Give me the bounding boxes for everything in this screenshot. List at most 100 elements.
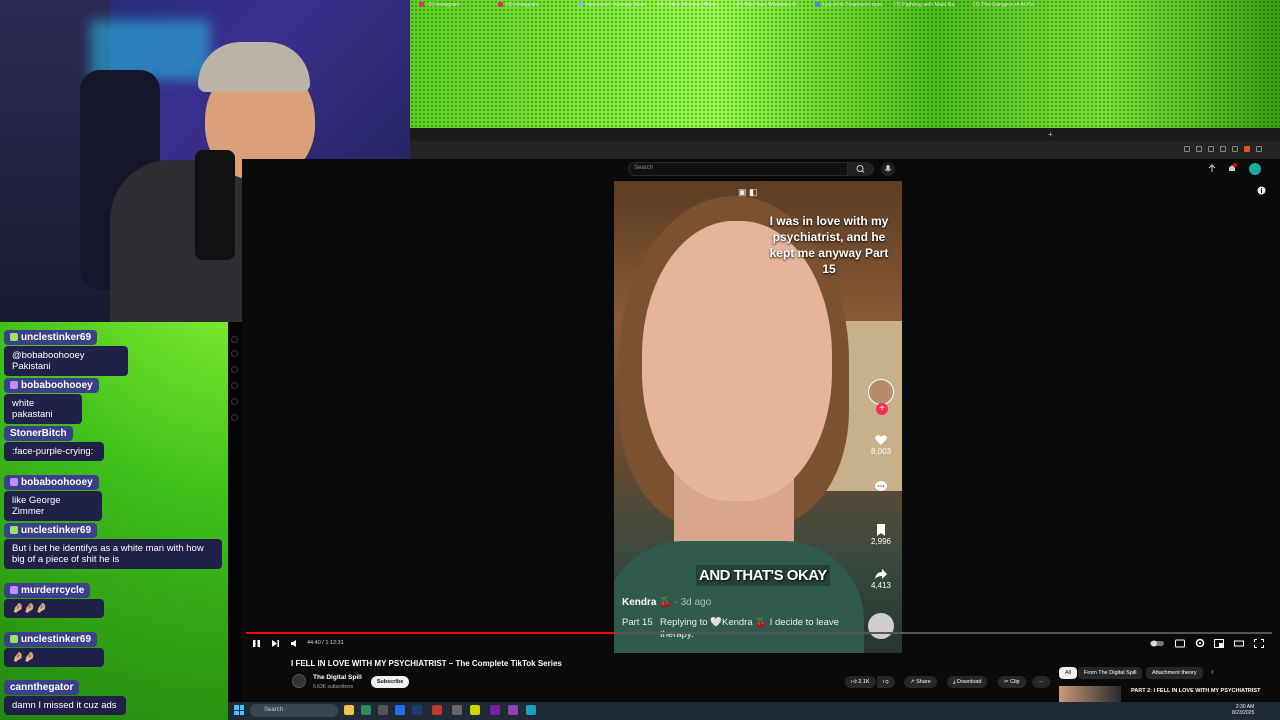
chat-message: cannthegator damn I missed it cuz ads — [4, 677, 126, 715]
dislike-button[interactable]: 👎︎ — [877, 676, 895, 688]
extension-icon[interactable] — [1196, 146, 1202, 152]
chat-message: bobaboohooey like George Zimmer — [4, 472, 102, 521]
likes-count: 8,003 — [870, 447, 892, 456]
windows-start-icon[interactable] — [234, 705, 244, 715]
library-icon[interactable] — [231, 382, 238, 389]
extension-icon[interactable] — [1232, 146, 1238, 152]
progress-bar[interactable] — [246, 632, 1272, 634]
chat-message: murderrcycle 🤌🏼🤌🏼🤌🏼 — [4, 580, 104, 618]
more-actions-button[interactable]: ··· — [1032, 676, 1050, 688]
browser-tab[interactable]: (7) Fighting with Maki Ba — [894, 2, 964, 12]
video-caption: AND THAT'S OKAY — [696, 565, 830, 586]
theater-mode-icon[interactable] — [1234, 639, 1244, 648]
miniplayer-icon[interactable] — [1214, 639, 1224, 648]
subtitles-icon[interactable] — [1175, 639, 1185, 648]
chat-message: unclestinker69 @bobaboohooey Pakistani — [4, 327, 128, 376]
browser-tab[interactable]: (2) Instagram — [498, 2, 570, 12]
screen: unclestinker69 @bobaboohooey Pakistani b… — [0, 0, 1280, 720]
clip-button[interactable]: ✂ Clip — [998, 676, 1026, 688]
search-icon — [856, 165, 865, 173]
search-input[interactable] — [628, 162, 848, 176]
shorts-icon[interactable] — [231, 350, 238, 357]
chat-message: unclestinker69 But i bet he identifys as… — [4, 520, 222, 569]
new-tab-button[interactable]: + — [1048, 130, 1053, 139]
heart-icon — [875, 435, 887, 445]
chevron-right-icon[interactable]: › — [1211, 667, 1214, 676]
search-button[interactable] — [848, 162, 874, 176]
chip-attachment-theory[interactable]: Attachment theory — [1146, 667, 1203, 679]
subscriptions-icon[interactable] — [231, 366, 238, 373]
chip-from-channel[interactable]: From The Digital Spill — [1078, 667, 1143, 679]
stream-chat: unclestinker69 @bobaboohooey Pakistani b… — [0, 322, 228, 720]
comment-icon — [875, 481, 887, 491]
app-icon[interactable] — [452, 705, 462, 715]
shares-count: 4,413 — [870, 581, 892, 590]
next-icon[interactable] — [271, 639, 280, 648]
google-icon — [578, 2, 583, 8]
upload-icon[interactable] — [1207, 164, 1217, 174]
share-button[interactable]: ↗ Share — [904, 676, 937, 688]
browser-tab[interactable]: (7) Feline Desires (Maxx — [657, 2, 727, 12]
browser-tab[interactable]: List of In Treatment epis — [815, 2, 885, 12]
channel-avatar[interactable] — [292, 674, 306, 688]
fullscreen-icon[interactable] — [1254, 639, 1264, 648]
info-icon[interactable] — [1257, 186, 1266, 195]
chip-all[interactable]: All — [1059, 667, 1078, 679]
taskbar-clock: 2:30 AM 8/23/2025 — [1232, 704, 1255, 716]
subscriber-count: 6.63K subscribers — [313, 684, 354, 690]
extension-icon[interactable] — [1220, 146, 1226, 152]
part-label: Part 15 — [622, 617, 653, 628]
taskbar-search[interactable]: Search — [250, 704, 338, 717]
chat-message: unclestinker69 🤌🏼🤌🏼 — [4, 629, 104, 667]
notifications-icon[interactable] — [1227, 163, 1237, 174]
youtube-mini-sidebar — [228, 322, 242, 702]
playlist-icon[interactable] — [231, 414, 238, 421]
app-icon[interactable] — [378, 705, 388, 715]
app-icon[interactable] — [395, 705, 405, 715]
brave-shield-icon[interactable] — [1244, 146, 1250, 152]
share-arrow-icon — [875, 569, 887, 579]
pause-icon[interactable] — [252, 639, 261, 648]
subscribe-button[interactable]: Subscribe — [371, 676, 409, 688]
doc-icon — [815, 2, 820, 8]
avatar[interactable] — [1249, 163, 1261, 175]
tiktok-comment — [870, 479, 892, 493]
instagram-icon — [498, 2, 503, 8]
volume-icon[interactable] — [290, 639, 299, 648]
recommended-title[interactable]: PART 2: I FELL IN LOVE WITH MY PSYCHIATR… — [1131, 688, 1260, 694]
file-explorer-icon[interactable] — [344, 705, 354, 715]
download-button[interactable]: ⤓ Download — [947, 676, 988, 688]
app-icon[interactable] — [432, 705, 442, 715]
video-player[interactable]: ▣ ◧ I was in love with my psychiatrist, … — [614, 181, 902, 653]
instagram-icon — [419, 2, 424, 8]
history-icon[interactable] — [231, 398, 238, 405]
follow-icon: + — [876, 403, 888, 415]
like-button[interactable]: 👍︎ 2.1K — [845, 676, 876, 688]
browser-tab[interactable]: (2) Instagram — [419, 2, 491, 12]
app-icon[interactable] — [490, 705, 500, 715]
microphone-icon — [195, 150, 235, 260]
extension-icon[interactable] — [1208, 146, 1214, 152]
app-icon[interactable] — [526, 705, 536, 715]
tiktok-share: 4,413 — [870, 567, 892, 590]
app-icon[interactable] — [361, 705, 371, 715]
bookmark-icon — [877, 524, 885, 536]
browser-tab[interactable]: (7) Wet Your Whiskers O — [736, 2, 806, 12]
app-icon[interactable] — [508, 705, 518, 715]
home-icon[interactable] — [231, 336, 238, 343]
voice-search-icon[interactable] — [881, 162, 895, 176]
recommended-thumbnail[interactable] — [1059, 686, 1121, 702]
autoplay-toggle[interactable] — [1150, 639, 1166, 648]
browser-tab[interactable]: (7) The Dangers of AI Po — [973, 2, 1043, 12]
steam-icon[interactable] — [412, 705, 422, 715]
app-icon[interactable] — [470, 705, 480, 715]
browser-tab-bar — [410, 128, 1280, 141]
menu-icon[interactable] — [1256, 146, 1262, 152]
settings-icon[interactable] — [1195, 638, 1205, 648]
browser-tab[interactable]: Inensince - Google Sear — [578, 2, 650, 12]
channel-name[interactable]: The Digital Spill — [313, 674, 362, 681]
video-overlay-text: I was in love with my psychiatrist, and … — [769, 214, 889, 276]
browser-toolbar — [410, 141, 1280, 159]
music-disc-icon — [868, 613, 894, 639]
extension-icon[interactable] — [1184, 146, 1190, 152]
